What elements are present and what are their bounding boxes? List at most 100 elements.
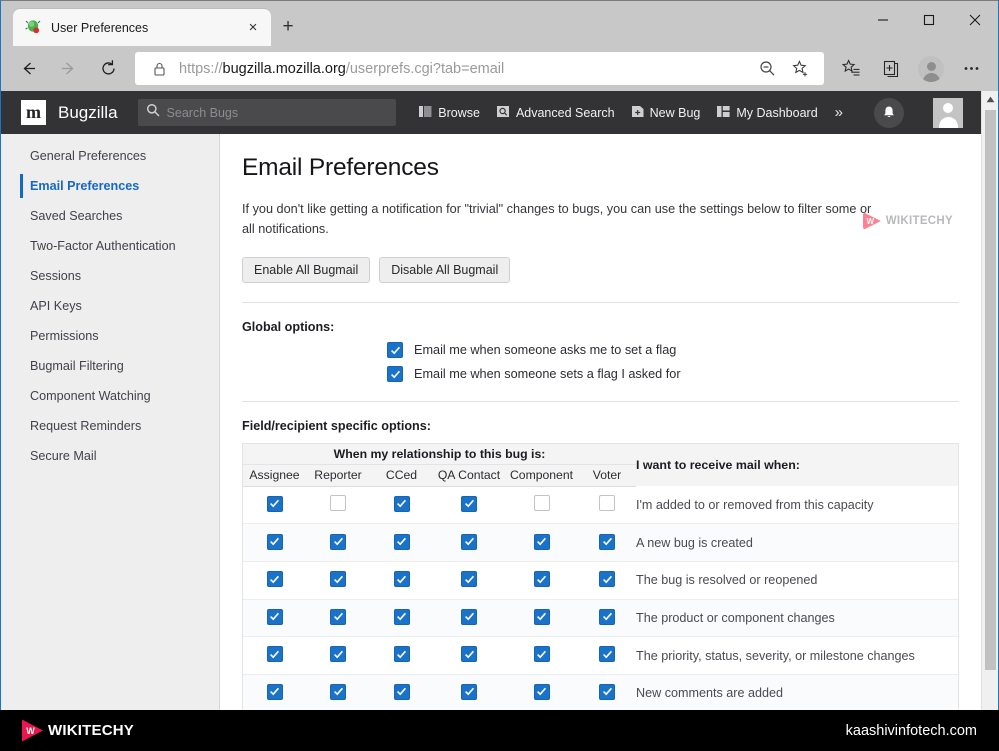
checkbox-cell-assignee[interactable] — [243, 637, 306, 675]
sidebar-item-bugmail-filtering[interactable]: Bugmail Filtering — [1, 351, 219, 381]
checkbox-cell-assignee[interactable] — [243, 524, 306, 562]
profile-icon[interactable] — [912, 52, 950, 86]
bugzilla-logo-icon[interactable]: m — [21, 100, 46, 125]
checkbox-cell-reporter[interactable] — [306, 524, 370, 562]
checkbox-cell-assignee[interactable] — [243, 674, 306, 710]
add-favorite-star-icon[interactable] — [784, 54, 818, 84]
preference-checkbox[interactable] — [534, 571, 550, 587]
checkbox-cell-component[interactable] — [505, 599, 578, 637]
more-options-icon[interactable] — [952, 52, 990, 86]
disable-all-bugmail-button[interactable]: Disable All Bugmail — [379, 257, 510, 283]
preference-checkbox[interactable] — [534, 495, 550, 511]
preference-checkbox[interactable] — [461, 534, 477, 550]
collections-icon[interactable] — [872, 52, 910, 86]
checkbox-cell-cced[interactable] — [370, 562, 433, 600]
checkbox-cell-qa-contact[interactable] — [433, 674, 505, 710]
sidebar-item-api-keys[interactable]: API Keys — [1, 291, 219, 321]
nav-more-chevron-icon[interactable]: » — [835, 104, 843, 121]
preference-checkbox[interactable] — [394, 646, 410, 662]
favorites-list-icon[interactable] — [832, 52, 870, 86]
checkbox-cell-qa-contact[interactable] — [433, 562, 505, 600]
checkbox-cell-component[interactable] — [505, 674, 578, 710]
scrollbar-thumb[interactable] — [985, 110, 996, 670]
checkbox-cell-assignee[interactable] — [243, 562, 306, 600]
checkbox-cell-cced[interactable] — [370, 599, 433, 637]
maximize-icon[interactable] — [906, 1, 952, 39]
preference-checkbox[interactable] — [267, 571, 283, 587]
checkbox-cell-component[interactable] — [505, 637, 578, 675]
zoom-out-icon[interactable] — [750, 54, 784, 84]
close-icon[interactable] — [952, 1, 998, 39]
preference-checkbox[interactable] — [599, 609, 615, 625]
preference-checkbox[interactable] — [534, 646, 550, 662]
checkbox-cell-cced[interactable] — [370, 637, 433, 675]
global-option-checkbox[interactable] — [387, 366, 403, 382]
preference-checkbox[interactable] — [330, 646, 346, 662]
user-avatar-icon[interactable] — [933, 98, 963, 128]
nav-my-dashboard[interactable]: My Dashboard — [717, 105, 817, 121]
preference-checkbox[interactable] — [394, 496, 410, 512]
preference-checkbox[interactable] — [461, 684, 477, 700]
preference-checkbox[interactable] — [394, 534, 410, 550]
checkbox-cell-voter[interactable] — [578, 486, 636, 524]
checkbox-cell-qa-contact[interactable] — [433, 637, 505, 675]
back-arrow-icon[interactable] — [9, 52, 47, 86]
nav-new-bug[interactable]: New Bug — [632, 105, 701, 121]
preference-checkbox[interactable] — [267, 646, 283, 662]
sidebar-item-sessions[interactable]: Sessions — [1, 261, 219, 291]
preference-checkbox[interactable] — [599, 495, 615, 511]
browser-tab[interactable]: User Preferences × — [13, 9, 271, 46]
checkbox-cell-voter[interactable] — [578, 637, 636, 675]
sidebar-item-two-factor-authentication[interactable]: Two-Factor Authentication — [1, 231, 219, 261]
preference-checkbox[interactable] — [534, 684, 550, 700]
checkbox-cell-reporter[interactable] — [306, 599, 370, 637]
preference-checkbox[interactable] — [267, 609, 283, 625]
address-bar[interactable]: https://bugzilla.mozilla.org/userprefs.c… — [135, 52, 824, 85]
checkbox-cell-reporter[interactable] — [306, 486, 370, 524]
preference-checkbox[interactable] — [330, 684, 346, 700]
checkbox-cell-reporter[interactable] — [306, 674, 370, 710]
global-option-row[interactable]: Email me when someone sets a flag I aske… — [387, 366, 981, 382]
checkbox-cell-cced[interactable] — [370, 486, 433, 524]
preference-checkbox[interactable] — [461, 609, 477, 625]
search-bugs-field[interactable] — [138, 99, 396, 126]
checkbox-cell-component[interactable] — [505, 562, 578, 600]
preference-checkbox[interactable] — [599, 571, 615, 587]
preference-checkbox[interactable] — [267, 534, 283, 550]
checkbox-cell-assignee[interactable] — [243, 486, 306, 524]
sidebar-item-general-preferences[interactable]: General Preferences — [1, 141, 219, 171]
preference-checkbox[interactable] — [330, 609, 346, 625]
checkbox-cell-reporter[interactable] — [306, 562, 370, 600]
sidebar-item-request-reminders[interactable]: Request Reminders — [1, 411, 219, 441]
preference-checkbox[interactable] — [461, 646, 477, 662]
preference-checkbox[interactable] — [461, 571, 477, 587]
checkbox-cell-component[interactable] — [505, 486, 578, 524]
checkbox-cell-qa-contact[interactable] — [433, 599, 505, 637]
preference-checkbox[interactable] — [330, 534, 346, 550]
preference-checkbox[interactable] — [394, 609, 410, 625]
preference-checkbox[interactable] — [330, 571, 346, 587]
preference-checkbox[interactable] — [267, 684, 283, 700]
preference-checkbox[interactable] — [534, 609, 550, 625]
search-input[interactable] — [167, 106, 388, 120]
preference-checkbox[interactable] — [599, 646, 615, 662]
sidebar-item-email-preferences[interactable]: Email Preferences — [1, 171, 219, 201]
minimize-icon[interactable] — [860, 1, 906, 39]
global-option-checkbox[interactable] — [387, 342, 403, 358]
global-option-row[interactable]: Email me when someone asks me to set a f… — [387, 342, 981, 358]
checkbox-cell-voter[interactable] — [578, 524, 636, 562]
page-scrollbar[interactable] — [981, 91, 998, 710]
preference-checkbox[interactable] — [599, 534, 615, 550]
nav-advanced-search[interactable]: Advanced Search — [497, 105, 615, 121]
checkbox-cell-cced[interactable] — [370, 524, 433, 562]
preference-checkbox[interactable] — [394, 571, 410, 587]
sidebar-item-secure-mail[interactable]: Secure Mail — [1, 441, 219, 471]
preference-checkbox[interactable] — [461, 496, 477, 512]
preference-checkbox[interactable] — [534, 534, 550, 550]
checkbox-cell-voter[interactable] — [578, 674, 636, 710]
preference-checkbox[interactable] — [267, 496, 283, 512]
preference-checkbox[interactable] — [394, 684, 410, 700]
checkbox-cell-component[interactable] — [505, 524, 578, 562]
checkbox-cell-qa-contact[interactable] — [433, 486, 505, 524]
checkbox-cell-qa-contact[interactable] — [433, 524, 505, 562]
